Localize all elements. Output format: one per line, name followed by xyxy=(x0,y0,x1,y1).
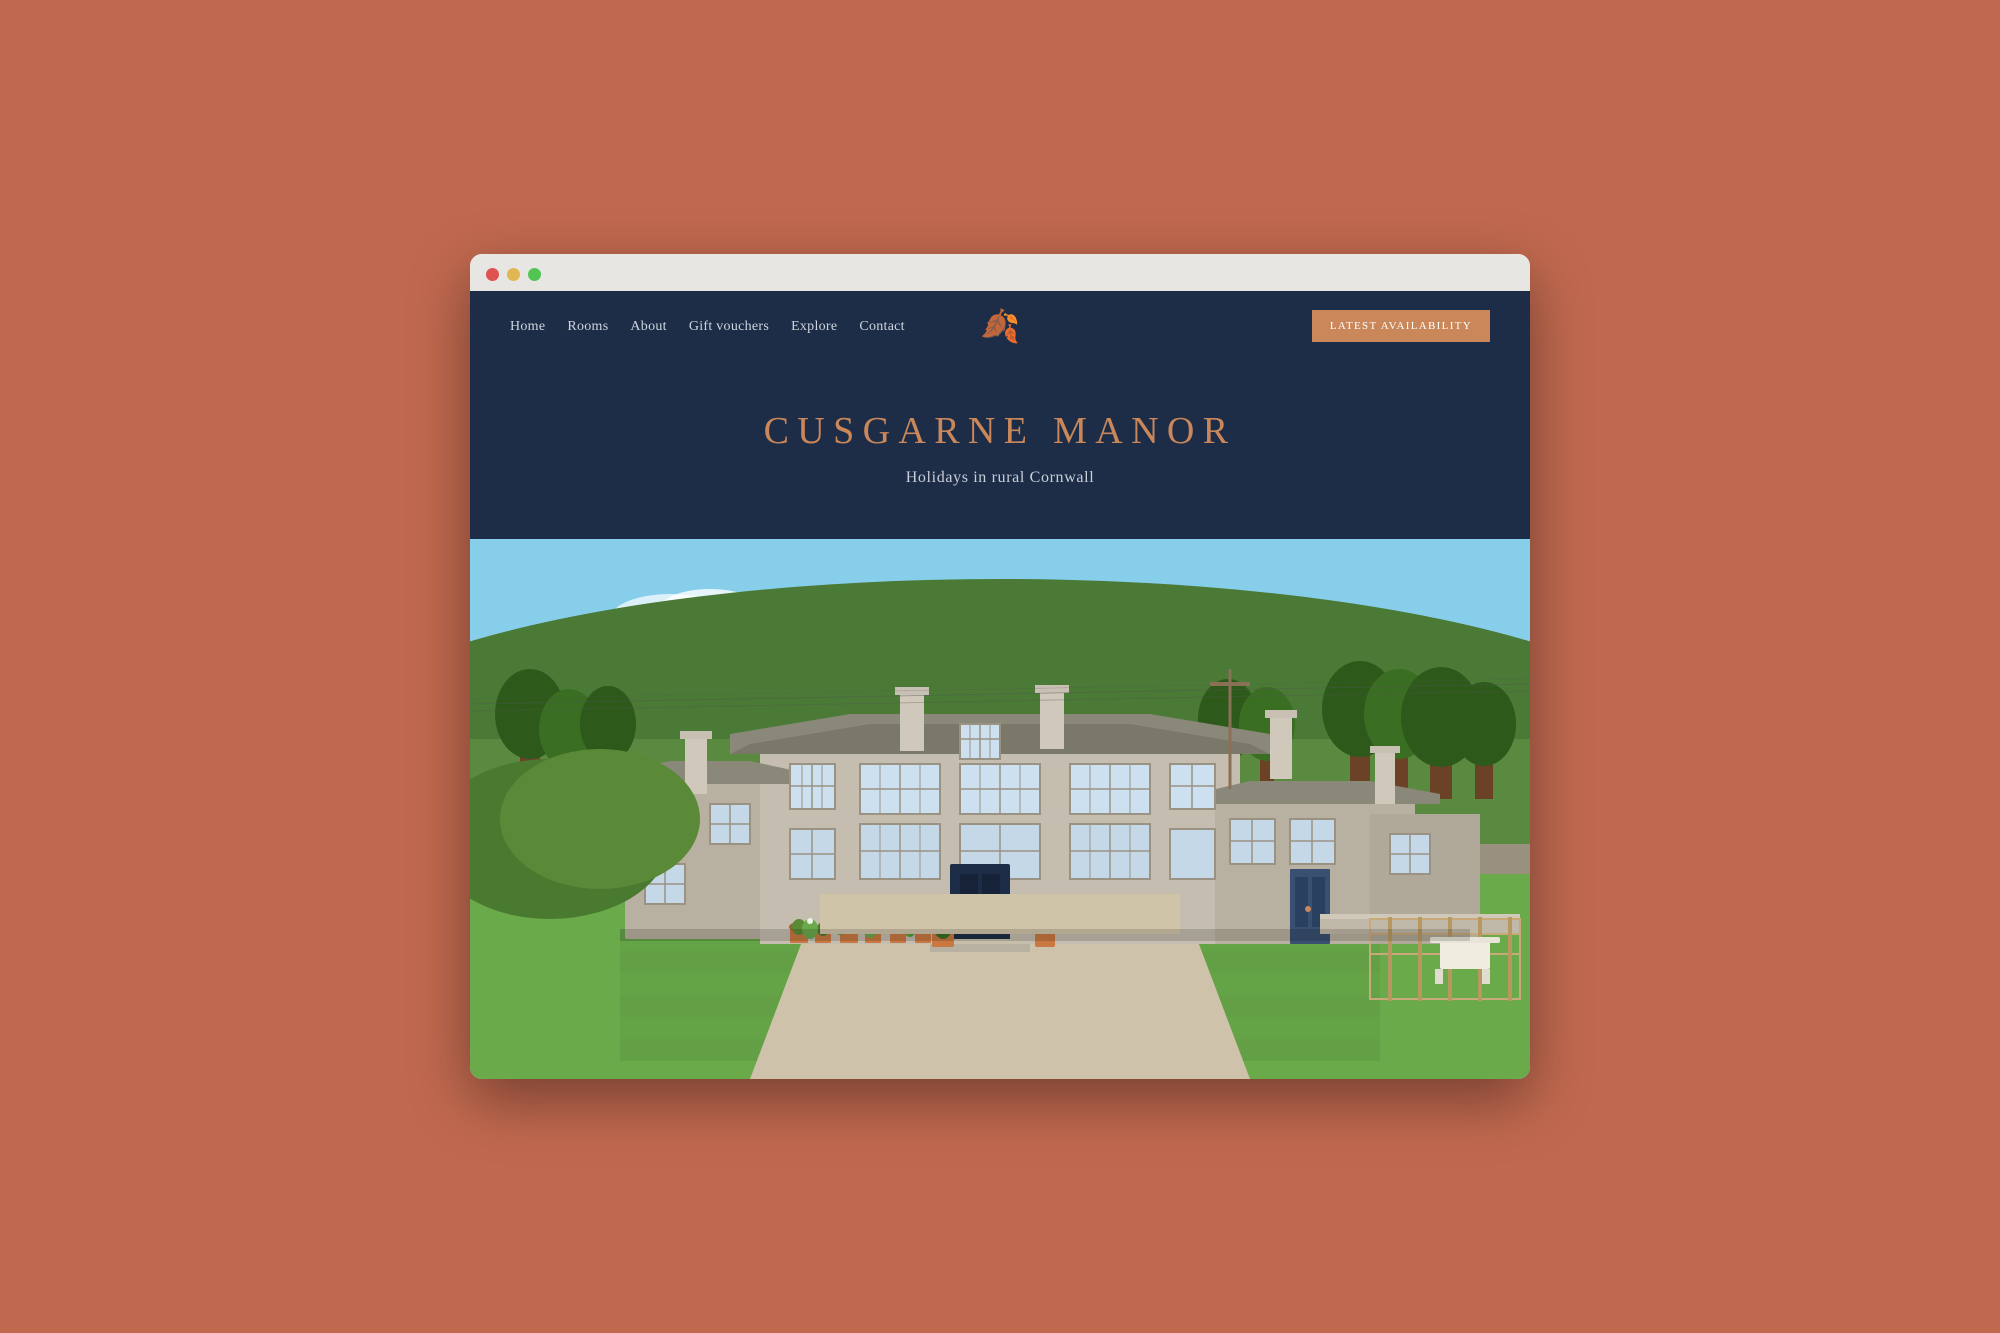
close-icon[interactable] xyxy=(486,268,499,281)
site-title: CUSGARNE MANOR xyxy=(510,409,1490,453)
manor-illustration xyxy=(470,539,1530,1079)
site-content: Home Rooms About Gift vouchers Explore C… xyxy=(470,291,1530,1079)
availability-button[interactable]: LATEST AVAILABILITY xyxy=(1312,310,1490,342)
hero-text-section: CUSGARNE MANOR Holidays in rural Cornwal… xyxy=(470,361,1530,539)
hero-image xyxy=(470,539,1530,1079)
nav-explore[interactable]: Explore xyxy=(791,319,837,334)
site-tagline: Holidays in rural Cornwall xyxy=(510,469,1490,487)
main-nav: Home Rooms About Gift vouchers Explore C… xyxy=(510,317,905,335)
logo: 🍂 xyxy=(980,310,1020,342)
browser-window: Home Rooms About Gift vouchers Explore C… xyxy=(470,254,1530,1079)
nav-gift-vouchers[interactable]: Gift vouchers xyxy=(689,319,769,334)
nav-rooms[interactable]: Rooms xyxy=(567,319,608,334)
browser-chrome xyxy=(470,254,1530,291)
nav-home[interactable]: Home xyxy=(510,319,545,334)
nav-about[interactable]: About xyxy=(630,319,666,334)
nav-contact[interactable]: Contact xyxy=(859,319,905,334)
minimize-icon[interactable] xyxy=(507,268,520,281)
leaf-icon: 🍂 xyxy=(980,310,1020,342)
maximize-icon[interactable] xyxy=(528,268,541,281)
site-header: Home Rooms About Gift vouchers Explore C… xyxy=(470,291,1530,361)
